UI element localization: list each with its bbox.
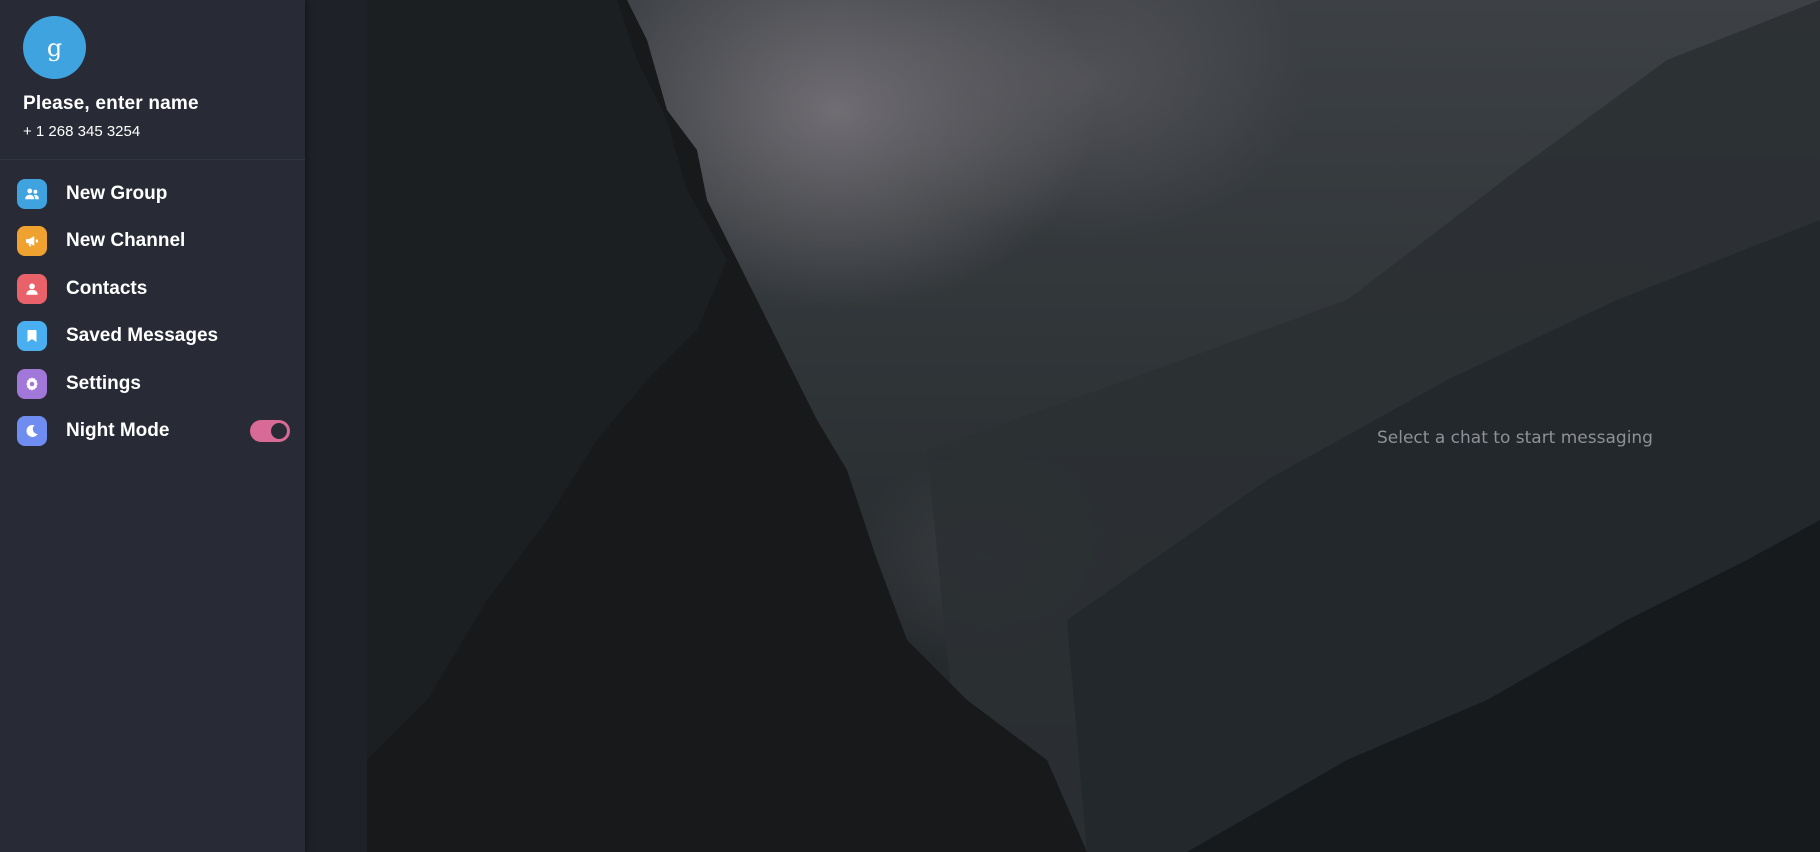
avatar[interactable]: g <box>23 16 86 79</box>
bookmark-icon <box>17 321 47 352</box>
chat-list-column <box>305 0 367 852</box>
megaphone-icon <box>17 226 47 257</box>
menu-label-new-group: New Group <box>66 182 168 204</box>
menu-item-saved-messages[interactable]: Saved Messages <box>0 313 305 361</box>
gear-icon <box>17 368 47 399</box>
menu-item-contacts[interactable]: Contacts <box>0 265 305 313</box>
person-icon <box>17 273 47 304</box>
toggle-knob <box>269 421 289 442</box>
empty-chat-hint: Select a chat to start messaging <box>1377 428 1653 448</box>
profile-phone: + 1 268 345 3254 <box>23 123 141 140</box>
menu-item-night-mode[interactable]: Night Mode <box>0 408 305 456</box>
moon-icon <box>17 416 47 447</box>
drawer-profile-header: g Please, enter name + 1 268 345 3254 <box>0 0 305 160</box>
menu-item-new-group[interactable]: New Group <box>0 170 305 218</box>
group-icon <box>17 178 47 209</box>
app-window: Select a chat to start messaging g Pleas… <box>0 0 1820 852</box>
drawer-menu: New Group New Channel Contacts Saved Mes… <box>0 160 305 455</box>
profile-name[interactable]: Please, enter name <box>23 93 282 115</box>
chat-wallpaper: Select a chat to start messaging <box>367 0 1820 852</box>
menu-label-contacts: Contacts <box>66 277 148 299</box>
menu-item-settings[interactable]: Settings <box>0 360 305 408</box>
night-mode-toggle[interactable] <box>250 420 290 443</box>
menu-label-night-mode: Night Mode <box>66 420 170 442</box>
menu-label-settings: Settings <box>66 372 141 394</box>
menu-item-new-channel[interactable]: New Channel <box>0 218 305 266</box>
menu-label-saved-messages: Saved Messages <box>66 325 219 347</box>
side-drawer: g Please, enter name + 1 268 345 3254 Ne… <box>0 0 305 852</box>
menu-label-new-channel: New Channel <box>66 230 186 252</box>
